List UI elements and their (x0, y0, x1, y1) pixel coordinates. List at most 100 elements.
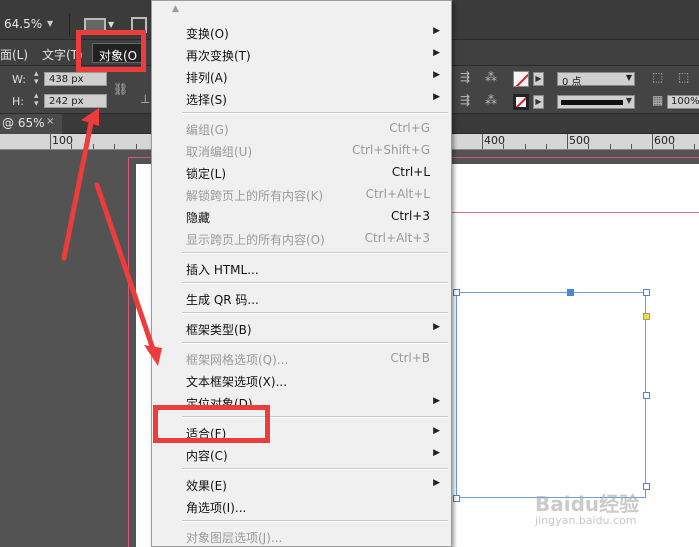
ruler-tick (546, 144, 547, 149)
menu-item-transform[interactable]: 变换(O) ▶ (152, 21, 450, 43)
ruler-tick (631, 144, 632, 149)
selected-frame[interactable] (456, 292, 646, 498)
stroke-type-preview (561, 100, 623, 105)
menu-item-object-layer-options[interactable]: 对象图层选项(J)... (152, 525, 450, 547)
menu-item-frame-grid-options[interactable]: 框架网格选项(Q)... Ctrl+B (152, 347, 450, 369)
stroke-type-select[interactable]: ▼ (557, 95, 635, 109)
menu-item-text-frame-options[interactable]: 文本框架选项(X)... (152, 369, 450, 391)
menu-item-label: 解锁跨页上的所有内容(K) (186, 189, 324, 203)
stroke-menu-arrow-icon[interactable]: ▶ (533, 95, 544, 109)
watermark-url: jingyan.baidu.com (535, 514, 637, 527)
menu-item-group[interactable]: 编组(G) Ctrl+G (152, 117, 450, 139)
align-bottom-icon[interactable]: ⇶ (460, 93, 470, 107)
menu-item-label: 框架网格选项(Q)... (186, 353, 289, 367)
ruler-label: 500 (569, 134, 590, 147)
flip-icon[interactable]: ⊥ (140, 92, 150, 106)
menu-window[interactable]: 面(L) (0, 46, 28, 63)
menu-item-select[interactable]: 选择(S) ▶ (152, 87, 450, 109)
width-field[interactable]: 438 px (44, 72, 107, 86)
ruler-tick (525, 144, 526, 149)
submenu-arrow-icon: ▶ (433, 396, 440, 406)
frame-handle[interactable] (453, 289, 460, 296)
align-icon[interactable]: ⇶ (460, 70, 470, 84)
frame-anchor-icon[interactable] (643, 313, 650, 320)
menu-item-generate-qr[interactable]: 生成 QR 码... (152, 287, 450, 309)
fill-none-swatch-icon[interactable] (513, 71, 529, 87)
menu-item-shortcut: Ctrl+G (389, 121, 430, 135)
menu-separator (182, 520, 448, 522)
stroke-type-dropdown-icon[interactable]: ▼ (626, 96, 632, 105)
menu-item-insert-html[interactable]: 插入 HTML... (152, 257, 450, 279)
height-field[interactable]: 242 px (44, 94, 107, 108)
opacity-field[interactable]: 100% (667, 95, 699, 109)
menu-item-unlock-all[interactable]: 解锁跨页上的所有内容(K) Ctrl+Alt+L (152, 183, 450, 205)
highlight-box-fitting (153, 405, 270, 443)
menu-item-content[interactable]: 内容(C) ▶ (152, 443, 450, 465)
menu-item-corner-options[interactable]: 角选项(I)... (152, 495, 450, 517)
ruler-tick (503, 144, 504, 149)
menu-item-shortcut: Ctrl+L (391, 165, 430, 179)
menu-item-label: 框架类型(B) (186, 323, 252, 337)
frame-handle[interactable] (643, 289, 650, 296)
submenu-arrow-icon: ▶ (433, 48, 440, 58)
stroke-weight-field[interactable]: 0 点 ▼ (557, 72, 635, 88)
menu-item-label: 显示跨页上的所有内容(O) (186, 233, 325, 247)
ruler-tick (136, 144, 137, 149)
menu-item-label: 对象图层选项(J)... (186, 531, 283, 545)
menu-item-transform-again[interactable]: 再次变换(T) ▶ (152, 43, 450, 65)
menu-item-label: 插入 HTML... (186, 263, 259, 277)
ruler-tick (588, 144, 589, 149)
corner-shape-icon[interactable]: ⬚ (652, 70, 663, 84)
menu-item-label: 文本框架选项(X)... (186, 375, 288, 389)
menu-item-frame-type[interactable]: 框架类型(B) ▶ (152, 317, 450, 339)
menu-item-arrange[interactable]: 排列(A) ▶ (152, 65, 450, 87)
ruler-tick (567, 134, 568, 149)
highlight-box-object-menu (76, 30, 146, 72)
menu-item-lock[interactable]: 锁定(L) Ctrl+L (152, 161, 450, 183)
stroke-weight-dropdown-icon[interactable]: ▼ (626, 73, 632, 82)
menu-item-effects[interactable]: 效果(E) ▶ (152, 473, 450, 495)
frame-handle[interactable] (643, 483, 650, 490)
fill-menu-arrow-icon[interactable]: ▶ (533, 72, 544, 86)
stroke-swatch-icon[interactable] (513, 94, 529, 110)
watermark-logo: Baidu经验 (535, 492, 640, 516)
frame-handle[interactable] (453, 495, 460, 502)
ruler-tick (93, 144, 94, 149)
menu-item-label: 角选项(I)... (186, 501, 247, 515)
ruler-tick (694, 144, 695, 149)
frame-reference-point-handle[interactable] (567, 289, 574, 296)
menu-separator (182, 112, 448, 114)
menu-separator (182, 342, 448, 344)
menu-item-label: 变换(O) (186, 27, 229, 41)
menu-item-label: 生成 QR 码... (186, 293, 259, 307)
corner-options-icon[interactable]: ⬚ (678, 70, 689, 84)
menu-item-ungroup[interactable]: 取消编组(U) Ctrl+Shift+G (152, 139, 450, 161)
submenu-arrow-icon: ▶ (433, 70, 440, 80)
view-dropdown-icon[interactable]: ▼ (108, 20, 114, 29)
menu-item-shortcut: Ctrl+Shift+G (351, 143, 430, 157)
menu-item-label: 隐藏 (186, 211, 211, 225)
close-tab-icon[interactable]: × (46, 116, 54, 127)
menu-item-show-all[interactable]: 显示跨页上的所有内容(O) Ctrl+Alt+3 (152, 227, 450, 249)
menu-item-label: 再次变换(T) (186, 49, 251, 63)
frame-handle[interactable] (643, 392, 650, 399)
zoom-dropdown-icon[interactable]: ▼ (47, 19, 53, 28)
width-stepper-icon[interactable] (33, 69, 43, 88)
toolbar-divider (69, 14, 70, 36)
menu-item-hide[interactable]: 隐藏 Ctrl+3 (152, 205, 450, 227)
distribute-bottom-icon[interactable]: ⁂ (485, 93, 497, 107)
menu-item-shortcut: Ctrl+Alt+3 (364, 231, 430, 245)
menu-item-label: 取消编组(U) (186, 145, 253, 159)
ruler-tick (652, 134, 653, 149)
zoom-level[interactable]: 64.5% (4, 17, 42, 31)
ruler-tick (482, 134, 483, 149)
constrain-proportions-icon[interactable]: ⛓ (113, 82, 128, 96)
height-stepper-icon[interactable] (33, 91, 43, 110)
menu-item-label: 内容(C) (186, 449, 228, 463)
menu-separator (182, 252, 448, 254)
menu-scroll-up-icon[interactable]: ▲ (172, 4, 179, 14)
opacity-icon: ▦ (652, 93, 664, 107)
distribute-icon[interactable]: ⁂ (485, 70, 497, 84)
ruler-tick (71, 144, 72, 149)
ruler-label: 400 (484, 134, 505, 147)
